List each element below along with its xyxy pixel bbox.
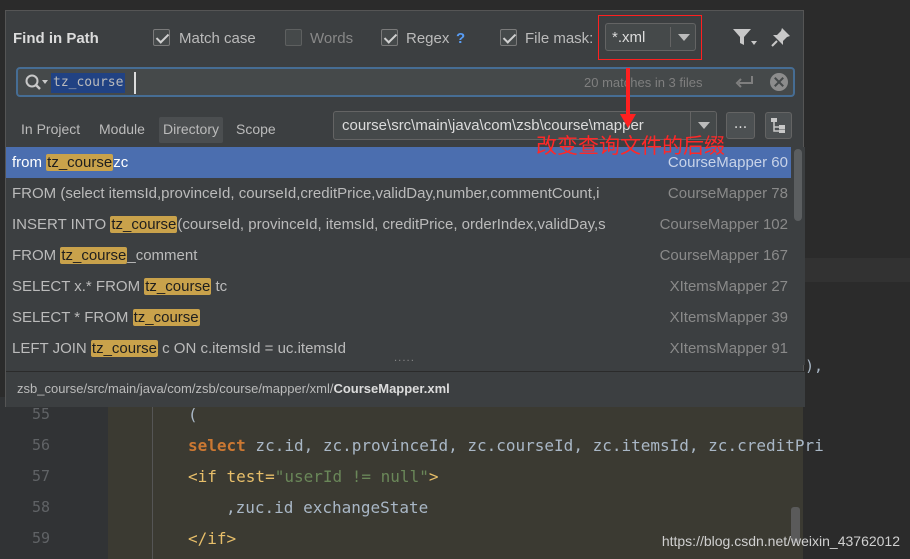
code-line: </if> (188, 529, 237, 548)
browse-button[interactable]: ... (726, 112, 755, 139)
match-highlight: tz_course (144, 278, 212, 295)
match-highlight: tz_course (110, 216, 178, 233)
result-text: SELECT x.* FROM tz_course tc (12, 278, 228, 295)
find-in-path-popup: Find in Path Match case Words Regex ? Fi… (5, 10, 805, 407)
line-number: 56 (31, 436, 50, 454)
tab-module[interactable]: Module (95, 117, 149, 143)
result-row[interactable]: SELECT x.* FROM tz_course tc XItemsMappe… (6, 271, 791, 302)
clear-icon[interactable] (770, 73, 788, 91)
result-location: CourseMapper 102 (657, 216, 788, 233)
editor-trailing-text: ), (805, 357, 824, 375)
chevron-down-icon[interactable] (678, 34, 690, 41)
match-case-label[interactable]: Match case (179, 30, 256, 47)
match-highlight: tz_course (46, 154, 114, 171)
result-text: INSERT INTO tz_course(courseId, province… (12, 216, 606, 233)
tab-scope[interactable]: Scope (232, 117, 280, 143)
tree-view-glyph (771, 118, 785, 133)
result-text: FROM (select itemsId,provinceId, courseI… (12, 185, 600, 202)
result-location: CourseMapper 167 (657, 247, 788, 264)
match-case-checkbox[interactable] (153, 29, 170, 46)
annotation-arrow (626, 68, 630, 118)
line-number: 55 (31, 405, 50, 423)
editor-current-line (803, 258, 910, 282)
screen: ), 55 56 57 58 59 ( select zc.id, zc.pro… (0, 0, 910, 559)
result-row[interactable]: FROM (select itemsId,provinceId, courseI… (6, 178, 791, 209)
regex-checkbox[interactable] (381, 29, 398, 46)
result-location: XItemsMapper 39 (667, 309, 788, 326)
result-location: XItemsMapper 27 (667, 278, 788, 295)
resize-handle[interactable]: ····· (394, 356, 415, 367)
match-highlight: tz_course (60, 247, 128, 264)
annotation-arrow-head (620, 114, 636, 128)
words-label[interactable]: Words (310, 30, 353, 47)
match-highlight: tz_course (90, 340, 158, 357)
scrollbar-thumb[interactable] (794, 149, 802, 221)
file-mask-dropdown[interactable]: *.xml (605, 23, 696, 51)
file-path: zsb_course/src/main/java/com/zsb/course/… (17, 381, 450, 396)
tab-in-project[interactable]: In Project (17, 117, 84, 143)
tab-directory[interactable]: Directory (159, 117, 224, 143)
options-row: Find in Path Match case Words Regex ? Fi… (6, 11, 805, 65)
line-number: 59 (31, 529, 50, 547)
tree-view-icon[interactable] (765, 112, 792, 139)
result-location: CourseMapper 78 (665, 185, 788, 202)
result-text: LEFT JOIN tz_course c ON c.itemsId = uc.… (12, 340, 346, 357)
regex-label[interactable]: Regex (406, 30, 449, 47)
result-row[interactable]: INSERT INTO tz_course(courseId, province… (6, 209, 791, 240)
search-query: tz_course (51, 73, 126, 93)
result-location: XItemsMapper 91 (667, 340, 788, 357)
file-path-bar: zsb_course/src/main/java/com/zsb/course/… (6, 371, 805, 407)
code-line: <if test="userId != null"> (188, 467, 439, 486)
result-row[interactable]: SELECT * FROM tz_course XItemsMapper 39 (6, 302, 791, 333)
line-number: 58 (31, 498, 50, 516)
pin-icon[interactable] (770, 26, 792, 48)
result-text: SELECT * FROM tz_course (12, 309, 200, 326)
results-scrollbar[interactable] (791, 147, 805, 365)
file-mask-value: *.xml (612, 29, 646, 46)
dropdown-separator (670, 27, 671, 47)
result-text: FROM tz_course_comment (12, 247, 198, 264)
text-caret (134, 72, 136, 94)
code-line: ,zuc.id exchangeState (226, 498, 429, 517)
indent-guide (152, 397, 153, 559)
code-line: select zc.id, zc.provinceId, zc.courseId… (188, 436, 824, 455)
regex-help-icon[interactable]: ? (456, 30, 465, 47)
file-mask-checkbox[interactable] (500, 29, 517, 46)
match-count: 20 matches in 3 files (584, 75, 703, 90)
results-list[interactable]: from tz_coursezc CourseMapper 60 FROM (s… (6, 147, 791, 365)
file-mask-label[interactable]: File mask: (525, 30, 593, 47)
enter-icon[interactable] (735, 74, 755, 90)
words-checkbox[interactable] (285, 29, 302, 46)
annotation-text: 改变查询文件的后缀 (536, 134, 725, 158)
filter-icon[interactable] (732, 27, 758, 49)
line-number: 57 (31, 467, 50, 485)
popup-title: Find in Path (13, 30, 99, 47)
search-icon[interactable] (24, 73, 50, 93)
code-line: ( (188, 405, 198, 424)
watermark: https://blog.csdn.net/weixin_43762012 (661, 533, 900, 549)
search-field[interactable]: tz_course 20 matches in 3 files (16, 67, 795, 97)
result-row[interactable]: FROM tz_course_comment CourseMapper 167 (6, 240, 791, 271)
line-number-gutter: 55 56 57 58 59 (0, 397, 108, 559)
match-highlight: tz_course (132, 309, 200, 326)
